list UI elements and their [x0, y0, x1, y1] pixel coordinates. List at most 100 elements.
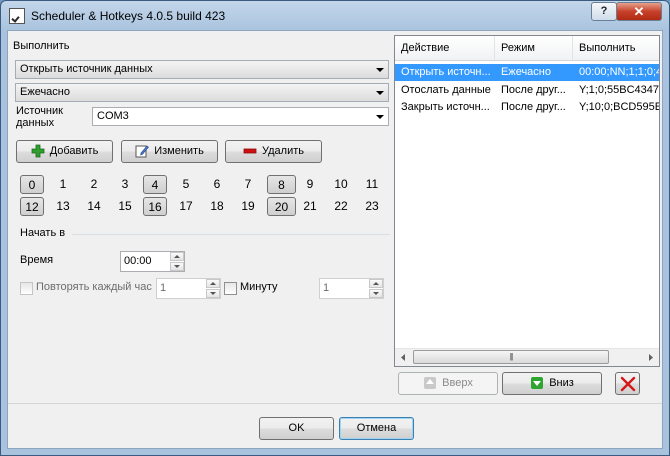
- hour-3[interactable]: 3: [113, 175, 137, 194]
- hour-18[interactable]: 18: [205, 197, 229, 216]
- row-execute: Y;10;0;BCD595E: [579, 101, 660, 113]
- time-spinner[interactable]: 00:00: [120, 251, 185, 272]
- move-down-button[interactable]: Вниз: [502, 372, 602, 395]
- help-button[interactable]: ?: [591, 2, 617, 21]
- spin-up-icon[interactable]: [369, 279, 383, 288]
- minute-label: Минуту: [240, 281, 278, 293]
- close-button[interactable]: ✕: [616, 2, 662, 21]
- hour-23[interactable]: 23: [360, 197, 384, 216]
- start-group-label: Начать в: [20, 227, 66, 239]
- hour-8[interactable]: 8: [267, 175, 296, 194]
- hour-7[interactable]: 7: [236, 175, 260, 194]
- action-combobox[interactable]: Открыть источник данных: [15, 60, 389, 79]
- row-mode: После друг...: [501, 84, 566, 96]
- move-down-label: Вниз: [549, 377, 574, 389]
- window-title: Scheduler & Hotkeys 4.0.5 build 423: [31, 9, 226, 23]
- chevron-down-icon: [376, 91, 384, 95]
- edit-button-label: Изменить: [154, 145, 204, 157]
- hour-6[interactable]: 6: [205, 175, 229, 194]
- hour-15[interactable]: 15: [113, 197, 137, 216]
- spin-down-icon[interactable]: [206, 289, 220, 298]
- minute-spinner[interactable]: 1: [319, 278, 384, 299]
- group-divider: [72, 234, 390, 235]
- mode-combobox[interactable]: Ежечасно: [15, 83, 389, 102]
- edit-button[interactable]: Изменить: [121, 140, 218, 163]
- column-mode[interactable]: Режим: [495, 36, 573, 60]
- add-button[interactable]: Добавить: [16, 140, 113, 163]
- hour-17[interactable]: 17: [174, 197, 198, 216]
- hour-20[interactable]: 20: [267, 197, 296, 216]
- repeat-hour-label: Повторять каждый час: [36, 281, 152, 293]
- scroll-right-icon[interactable]: [642, 349, 659, 366]
- mode-combobox-value: Ежечасно: [20, 86, 70, 98]
- hour-4[interactable]: 4: [143, 175, 167, 194]
- minute-checkbox[interactable]: [224, 282, 237, 295]
- hour-14[interactable]: 14: [82, 197, 106, 216]
- hour-22[interactable]: 22: [329, 197, 353, 216]
- horizontal-scrollbar[interactable]: |||: [395, 348, 659, 366]
- column-execute[interactable]: Выполнить: [573, 36, 659, 60]
- row-action: Закрыть источн...: [401, 101, 490, 113]
- hour-13[interactable]: 13: [51, 197, 75, 216]
- column-action[interactable]: Действие: [395, 36, 495, 60]
- delete-button-label: Удалить: [262, 145, 304, 157]
- hour-19[interactable]: 19: [236, 197, 260, 216]
- hour-0[interactable]: 0: [20, 175, 44, 194]
- table-row[interactable]: Закрыть источн... После друг... Y;10;0;B…: [395, 99, 659, 116]
- move-up-label: Вверх: [442, 377, 473, 389]
- repeat-hour-checkbox[interactable]: [20, 282, 33, 295]
- time-label: Время: [20, 254, 54, 266]
- chevron-down-icon: [376, 115, 384, 119]
- arrow-up-icon: [424, 377, 437, 390]
- time-value: 00:00: [124, 255, 152, 267]
- hour-9[interactable]: 9: [298, 175, 322, 194]
- cancel-button[interactable]: Отмена: [339, 417, 414, 440]
- app-checkbox-icon: [9, 8, 25, 24]
- hour-10[interactable]: 10: [329, 175, 353, 194]
- execute-label: Выполнить: [13, 40, 70, 52]
- dialog-client: Выполнить Открыть источник данных Ежечас…: [7, 30, 663, 449]
- hour-11[interactable]: 11: [360, 175, 384, 194]
- hour-5[interactable]: 5: [174, 175, 198, 194]
- task-listview[interactable]: Действие Режим Выполнить Открыть источн.…: [394, 35, 660, 367]
- plus-icon: [31, 144, 45, 158]
- table-row[interactable]: Отослать данные После друг... Y;1;0;55BC…: [395, 82, 659, 99]
- scroll-left-icon[interactable]: [395, 349, 412, 366]
- list-header: Действие Режим Выполнить: [395, 36, 659, 61]
- hour-16[interactable]: 16: [143, 197, 167, 216]
- dialog-window: Scheduler & Hotkeys 4.0.5 build 423 ? ✕ …: [0, 0, 670, 456]
- table-row[interactable]: Открыть источн... Ежечасно 00:00;NN;1;1;…: [395, 64, 659, 81]
- source-combobox-value: COM3: [97, 110, 129, 122]
- minus-icon: [243, 148, 257, 154]
- spin-down-icon[interactable]: [369, 289, 383, 298]
- footer-separator: [8, 403, 662, 404]
- row-execute: Y;1;0;55BC4347: [579, 84, 660, 96]
- spin-up-icon[interactable]: [206, 279, 220, 288]
- delete-button[interactable]: Удалить: [225, 140, 322, 163]
- hour-21[interactable]: 21: [298, 197, 322, 216]
- add-button-label: Добавить: [49, 145, 99, 157]
- chevron-down-icon: [376, 68, 384, 72]
- row-mode: После друг...: [501, 101, 566, 113]
- source-combobox[interactable]: COM3: [92, 107, 389, 126]
- action-combobox-value: Открыть источник данных: [20, 63, 153, 75]
- row-execute: 00:00;NN;1;1;0;4: [579, 66, 660, 78]
- row-action: Отослать данные: [401, 84, 491, 96]
- ok-button[interactable]: OK: [259, 417, 334, 440]
- source-label: Источник данных: [16, 105, 63, 129]
- repeat-hour-spinner[interactable]: 1: [156, 278, 221, 299]
- move-up-button[interactable]: Вверх: [398, 372, 498, 395]
- edit-icon: [135, 145, 150, 158]
- row-action: Открыть источн...: [401, 66, 491, 78]
- repeat-hour-value: 1: [160, 282, 167, 294]
- spin-up-icon[interactable]: [170, 252, 184, 261]
- hour-1[interactable]: 1: [51, 175, 75, 194]
- hour-12[interactable]: 12: [20, 197, 44, 216]
- spin-down-icon[interactable]: [170, 262, 184, 271]
- scrollbar-thumb[interactable]: |||: [413, 350, 609, 364]
- clear-list-button[interactable]: [615, 372, 640, 395]
- minute-value: 1: [323, 282, 330, 294]
- title-bar[interactable]: Scheduler & Hotkeys 4.0.5 build 423 ? ✕: [1, 1, 669, 31]
- hour-2[interactable]: 2: [82, 175, 106, 194]
- row-mode: Ежечасно: [501, 66, 551, 78]
